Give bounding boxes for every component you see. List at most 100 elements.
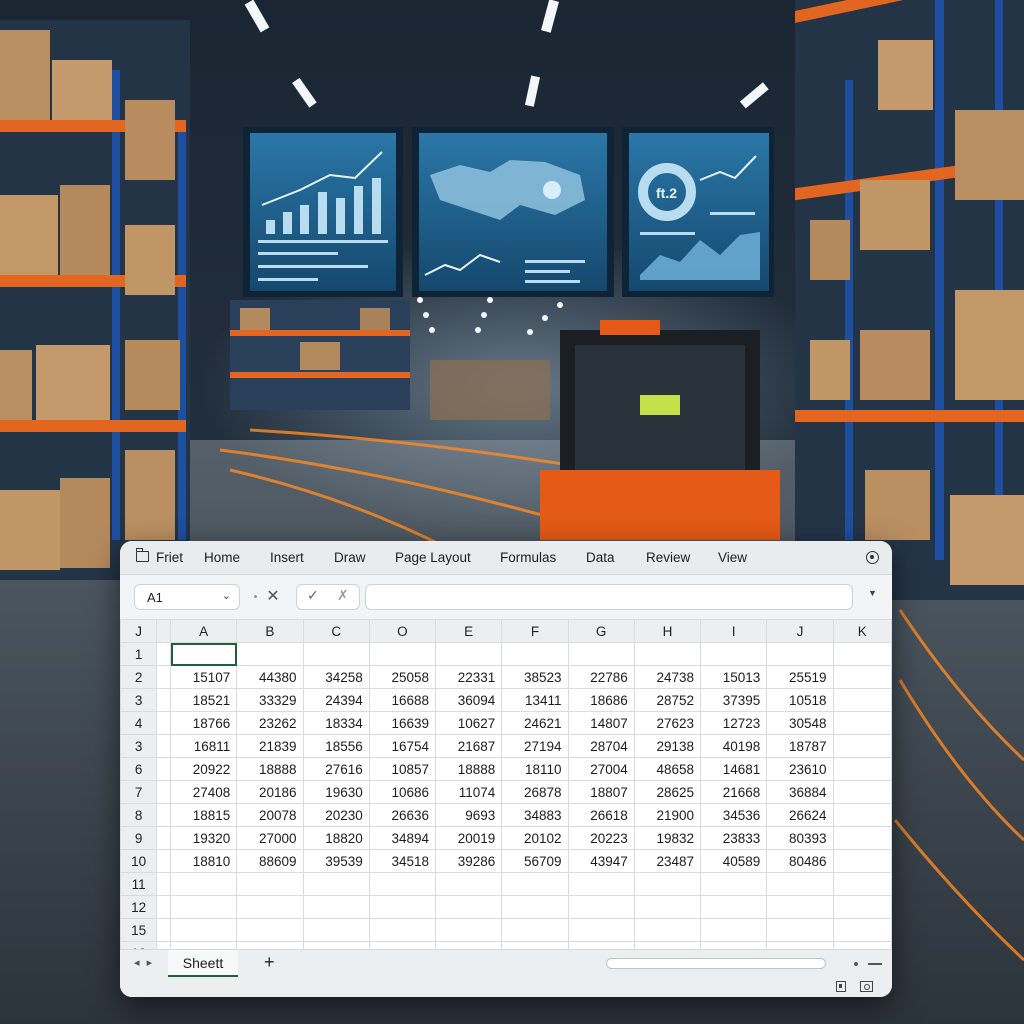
- cell[interactable]: 20922: [170, 757, 238, 781]
- cell[interactable]: 23610: [766, 757, 834, 781]
- app-folder-icon[interactable]: [136, 548, 149, 562]
- cell[interactable]: 43947: [567, 849, 635, 873]
- cell[interactable]: [567, 895, 635, 919]
- cell[interactable]: 26618: [567, 803, 635, 827]
- cell[interactable]: 15107: [170, 665, 238, 689]
- cell[interactable]: 20102: [501, 826, 569, 850]
- cell[interactable]: [368, 918, 437, 942]
- cell[interactable]: 24738: [633, 665, 702, 689]
- cell[interactable]: [435, 895, 503, 919]
- cell[interactable]: 26624: [766, 803, 834, 827]
- cell[interactable]: [832, 757, 892, 781]
- cell[interactable]: 28704: [567, 734, 635, 758]
- cell[interactable]: [832, 734, 892, 758]
- cell[interactable]: [832, 849, 892, 873]
- column-header[interactable]: H: [633, 619, 702, 643]
- menu-insert[interactable]: Insert: [270, 550, 304, 565]
- cell[interactable]: [302, 872, 370, 896]
- cell[interactable]: 20019: [435, 826, 503, 850]
- cell[interactable]: 25519: [766, 665, 834, 689]
- cell[interactable]: 10857: [368, 757, 437, 781]
- row-header[interactable]: 1: [120, 642, 158, 666]
- cell[interactable]: [766, 642, 834, 666]
- cell[interactable]: 26636: [368, 803, 437, 827]
- cell[interactable]: 36094: [435, 688, 503, 712]
- cell[interactable]: 13411: [501, 688, 569, 712]
- cell[interactable]: 30548: [766, 711, 834, 735]
- cell[interactable]: 12723: [700, 711, 768, 735]
- cell[interactable]: 9693: [435, 803, 503, 827]
- column-header[interactable]: C: [302, 619, 370, 643]
- cell[interactable]: [633, 872, 702, 896]
- menu-app-label[interactable]: Friet: [156, 550, 183, 565]
- cell[interactable]: [170, 941, 238, 949]
- cell[interactable]: 40589: [700, 849, 768, 873]
- cell[interactable]: [236, 872, 304, 896]
- row-header[interactable]: 8: [120, 803, 158, 827]
- cell[interactable]: 18888: [236, 757, 304, 781]
- row-header[interactable]: 9: [120, 826, 158, 850]
- help-icon[interactable]: [866, 551, 879, 564]
- cell[interactable]: 14681: [700, 757, 768, 781]
- row-header[interactable]: 4: [120, 711, 158, 735]
- cell[interactable]: [302, 918, 370, 942]
- menu-formulas[interactable]: Formulas: [500, 550, 556, 565]
- cell[interactable]: [567, 872, 635, 896]
- cell[interactable]: [501, 642, 569, 666]
- cell[interactable]: [302, 941, 370, 949]
- cell[interactable]: 20230: [302, 803, 370, 827]
- cell[interactable]: 22331: [435, 665, 503, 689]
- cell[interactable]: [832, 665, 892, 689]
- cell[interactable]: 14807: [567, 711, 635, 735]
- cell[interactable]: [435, 918, 503, 942]
- cell[interactable]: 20223: [567, 826, 635, 850]
- cell[interactable]: 27000: [236, 826, 304, 850]
- cell[interactable]: 18888: [435, 757, 503, 781]
- cell[interactable]: 18334: [302, 711, 370, 735]
- cell[interactable]: 16754: [368, 734, 437, 758]
- menu-home[interactable]: Home: [204, 550, 240, 565]
- cell[interactable]: [700, 918, 768, 942]
- cell[interactable]: [832, 711, 892, 735]
- column-header[interactable]: I: [700, 619, 768, 643]
- cell[interactable]: [766, 872, 834, 896]
- cell[interactable]: 56709: [501, 849, 569, 873]
- cell[interactable]: [567, 941, 635, 949]
- cell[interactable]: 29138: [633, 734, 702, 758]
- cell[interactable]: [501, 895, 569, 919]
- cell[interactable]: 27004: [567, 757, 635, 781]
- cell[interactable]: 21839: [236, 734, 304, 758]
- cell[interactable]: [832, 918, 892, 942]
- cell[interactable]: [501, 872, 569, 896]
- cell[interactable]: [368, 895, 437, 919]
- cell[interactable]: [170, 895, 238, 919]
- cell[interactable]: [832, 895, 892, 919]
- cell[interactable]: [170, 872, 238, 896]
- cell[interactable]: 18815: [170, 803, 238, 827]
- cell[interactable]: 39286: [435, 849, 503, 873]
- horizontal-scrollbar[interactable]: [606, 958, 826, 969]
- cell[interactable]: 34883: [501, 803, 569, 827]
- menu-page-layout[interactable]: Page Layout: [395, 550, 471, 565]
- cell[interactable]: 18521: [170, 688, 238, 712]
- cell[interactable]: 34518: [368, 849, 437, 873]
- cell[interactable]: [501, 941, 569, 949]
- zoom-minus-icon[interactable]: [868, 963, 882, 965]
- cell[interactable]: 21668: [700, 780, 768, 804]
- cell[interactable]: 28752: [633, 688, 702, 712]
- cell[interactable]: [236, 941, 304, 949]
- normal-view-icon[interactable]: [836, 981, 846, 992]
- name-box[interactable]: A1 ⌄: [134, 584, 240, 610]
- cell[interactable]: [766, 895, 834, 919]
- menu-draw[interactable]: Draw: [334, 550, 366, 565]
- cell[interactable]: [236, 918, 304, 942]
- cell[interactable]: [700, 941, 768, 949]
- menu-view[interactable]: View: [718, 550, 747, 565]
- cell[interactable]: 20186: [236, 780, 304, 804]
- formula-input[interactable]: [365, 584, 853, 610]
- cell[interactable]: [766, 918, 834, 942]
- sheet-nav-arrows-icon[interactable]: ◂ ▸: [134, 956, 154, 969]
- cell[interactable]: 22786: [567, 665, 635, 689]
- cell[interactable]: [832, 688, 892, 712]
- cell[interactable]: 24394: [302, 688, 370, 712]
